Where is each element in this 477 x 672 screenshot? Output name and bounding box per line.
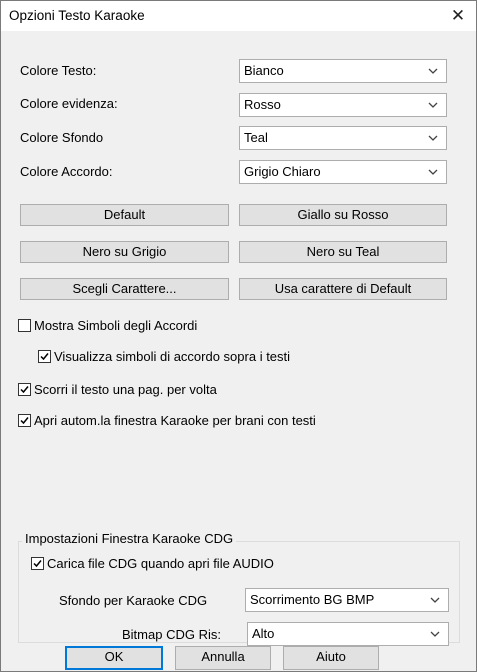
chord-color-label: Colore Accordo: <box>20 164 113 179</box>
karaoke-options-dialog: Opzioni Testo Karaoke ✕ Colore Testo: Bi… <box>0 0 477 672</box>
ok-button[interactable]: OK <box>65 646 163 670</box>
yellow-on-red-button[interactable]: Giallo su Rosso <box>239 204 447 226</box>
background-color-label: Colore Sfondo <box>20 130 104 145</box>
close-icon[interactable]: ✕ <box>444 3 472 29</box>
chevron-down-icon <box>428 102 438 108</box>
checkmark-icon <box>20 417 29 425</box>
show-chords-above-label: Visualizza simboli di accordo sopra i te… <box>54 349 291 364</box>
chevron-down-icon <box>428 169 438 175</box>
chevron-down-icon <box>430 597 440 603</box>
scroll-page-option[interactable]: Scorri il testo una pag. per volta <box>18 382 217 397</box>
show-chords-above-checkbox[interactable] <box>38 350 51 363</box>
show-chords-option[interactable]: Mostra Simboli degli Accordi <box>18 318 197 333</box>
show-chords-above-option[interactable]: Visualizza simboli di accordo sopra i te… <box>38 349 290 364</box>
title-bar: Opzioni Testo Karaoke ✕ <box>1 1 476 31</box>
auto-open-checkbox[interactable] <box>18 414 31 427</box>
cancel-button[interactable]: Annulla <box>175 646 271 670</box>
cdg-resolution-label: Bitmap CDG Ris: <box>122 627 221 642</box>
chord-color-select[interactable]: Grigio Chiaro <box>239 160 447 184</box>
auto-open-option[interactable]: Apri autom.la finestra Karaoke per brani… <box>18 413 316 428</box>
highlight-color-value: Rosso <box>244 97 281 112</box>
cdg-background-label: Sfondo per Karaoke CDG <box>59 593 208 608</box>
use-default-font-button[interactable]: Usa carattere di Default <box>239 278 447 300</box>
load-cdg-option[interactable]: Carica file CDG quando apri file AUDIO <box>31 556 274 571</box>
checkmark-icon <box>20 386 29 394</box>
chord-color-value: Grigio Chiaro <box>244 164 321 179</box>
default-button[interactable]: Default <box>20 204 229 226</box>
cdg-background-select[interactable]: Scorrimento BG BMP <box>245 588 449 612</box>
load-cdg-label: Carica file CDG quando apri file AUDIO <box>47 556 274 571</box>
black-on-gray-button[interactable]: Nero su Grigio <box>20 241 229 263</box>
scroll-page-checkbox[interactable] <box>18 383 31 396</box>
checkmark-icon <box>40 353 49 361</box>
auto-open-label: Apri autom.la finestra Karaoke per brani… <box>34 413 316 428</box>
cdg-group-title: Impostazioni Finestra Karaoke CDG <box>22 531 237 546</box>
chevron-down-icon <box>430 631 440 637</box>
text-color-value: Bianco <box>244 63 284 78</box>
cdg-background-value: Scorrimento BG BMP <box>250 592 375 607</box>
cdg-resolution-select[interactable]: Alto <box>247 622 449 646</box>
show-chords-label: Mostra Simboli degli Accordi <box>34 318 198 333</box>
load-cdg-checkbox[interactable] <box>31 557 44 570</box>
choose-font-button[interactable]: Scegli Carattere... <box>20 278 229 300</box>
text-color-label: Colore Testo: <box>20 63 97 78</box>
chevron-down-icon <box>428 68 438 74</box>
highlight-color-label: Colore evidenza: <box>20 96 118 111</box>
scroll-page-label: Scorri il testo una pag. per volta <box>34 382 217 397</box>
black-on-teal-button[interactable]: Nero su Teal <box>239 241 447 263</box>
help-button[interactable]: Aiuto <box>283 646 379 670</box>
dialog-title: Opzioni Testo Karaoke <box>9 8 145 23</box>
background-color-select[interactable]: Teal <box>239 126 447 150</box>
chevron-down-icon <box>428 135 438 141</box>
background-color-value: Teal <box>244 130 268 145</box>
text-color-select[interactable]: Bianco <box>239 59 447 83</box>
show-chords-checkbox[interactable] <box>18 319 31 332</box>
cdg-resolution-value: Alto <box>252 626 275 641</box>
highlight-color-select[interactable]: Rosso <box>239 93 447 117</box>
checkmark-icon <box>33 560 42 568</box>
